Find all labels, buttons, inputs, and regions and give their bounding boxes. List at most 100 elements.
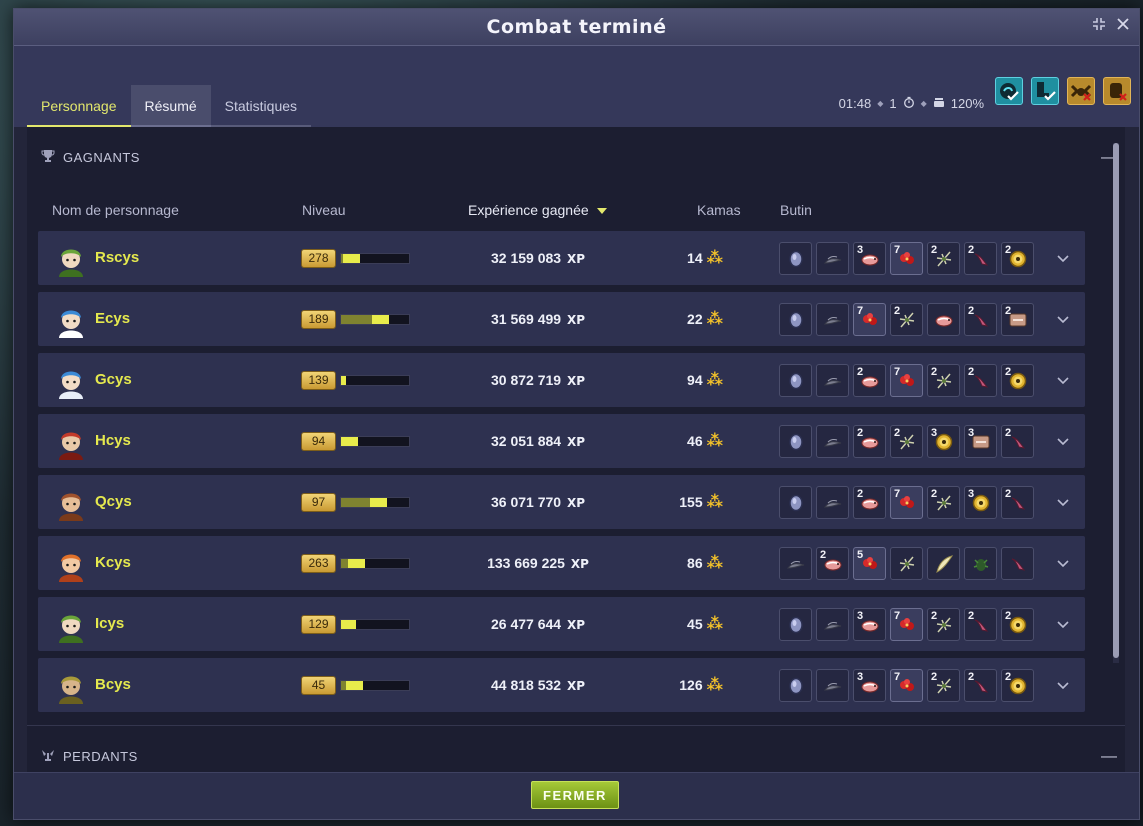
chevron-down-icon[interactable]: [1053, 309, 1073, 329]
xp-value: 36 071 770: [490, 494, 562, 510]
loot-slot[interactable]: [816, 242, 849, 275]
loot-slot[interactable]: 2: [927, 486, 960, 519]
winner-row[interactable]: Gcys 139 30 872 719 XP 94 ⁂ 2 7 2 2 2: [38, 353, 1085, 407]
loot-slot[interactable]: 2: [816, 547, 849, 580]
tab-personnage[interactable]: Personnage: [27, 85, 131, 127]
challenge-failed-icon[interactable]: [1103, 77, 1131, 105]
loot-slot[interactable]: [779, 425, 812, 458]
col-loot[interactable]: Butin: [780, 202, 812, 218]
winner-row[interactable]: Rscys 278 32 159 083 XP 14 ⁂ 3 7 2 2 2: [38, 231, 1085, 285]
scrollbar-thumb[interactable]: [1113, 143, 1119, 658]
kamas-value: 155: [679, 494, 703, 510]
chevron-down-icon[interactable]: [1053, 248, 1073, 268]
loot-slot[interactable]: 7: [890, 608, 923, 641]
loot-slot[interactable]: 7: [890, 242, 923, 275]
loot-slot[interactable]: 7: [890, 669, 923, 702]
chevron-down-icon[interactable]: [1053, 614, 1073, 634]
loot-slot[interactable]: [779, 242, 812, 275]
loot-slot[interactable]: [964, 547, 997, 580]
winner-row[interactable]: Icys 129 26 477 644 XP 45 ⁂ 3 7 2 2 2: [38, 597, 1085, 651]
loot-slot[interactable]: [1001, 547, 1034, 580]
chevron-down-icon[interactable]: [1053, 431, 1073, 451]
col-level[interactable]: Niveau: [302, 202, 346, 218]
loot-slot[interactable]: 2: [1001, 303, 1034, 336]
chevron-down-icon[interactable]: [1053, 553, 1073, 573]
loot-slot[interactable]: [816, 608, 849, 641]
col-name[interactable]: Nom de personnage: [52, 202, 179, 218]
tab-statistiques[interactable]: Statistiques: [210, 85, 312, 127]
loot-slot[interactable]: 2: [927, 364, 960, 397]
col-xp[interactable]: Expérience gagnée: [468, 202, 607, 218]
loot-slot[interactable]: 2: [964, 303, 997, 336]
loot-slot[interactable]: [927, 303, 960, 336]
challenge-success-icon[interactable]: [1031, 77, 1059, 105]
loot-slot[interactable]: 2: [964, 242, 997, 275]
loot-slot[interactable]: 3: [927, 425, 960, 458]
chevron-down-icon[interactable]: [1053, 370, 1073, 390]
winner-row[interactable]: Ecys 189 31 569 499 XP 22 ⁂ 7 2 2 2: [38, 292, 1085, 346]
fight-duration: 01:48: [838, 96, 872, 111]
close-icon[interactable]: [1113, 17, 1133, 37]
losers-section-header[interactable]: PERDANTS: [41, 745, 138, 767]
loot-slot[interactable]: 2: [853, 486, 886, 519]
sort-desc-icon: [596, 208, 607, 215]
winner-row[interactable]: Kcys 263 133 669 225 XP 86 ⁂ 2 5: [38, 536, 1085, 590]
loot-slot[interactable]: 2: [1001, 425, 1034, 458]
loot-slot[interactable]: [816, 425, 849, 458]
character-name: Icys: [95, 615, 125, 632]
loot-slot[interactable]: [779, 303, 812, 336]
loot-slot[interactable]: [816, 669, 849, 702]
chevron-down-icon[interactable]: [1053, 675, 1073, 695]
loot-slot[interactable]: 7: [890, 364, 923, 397]
loot-slot[interactable]: [816, 486, 849, 519]
close-button[interactable]: FERMER: [531, 781, 619, 809]
loot-slot[interactable]: 2: [1001, 242, 1034, 275]
loot-slot[interactable]: 3: [853, 669, 886, 702]
loot-slot[interactable]: 2: [890, 303, 923, 336]
loot-slot[interactable]: 2: [853, 364, 886, 397]
loot-slot[interactable]: 3: [964, 425, 997, 458]
minimize-icon[interactable]: [1089, 17, 1109, 37]
winner-row[interactable]: Bcys 45 44 818 532 XP 126 ⁂ 3 7 2 2 2: [38, 658, 1085, 712]
loot-slot[interactable]: 2: [1001, 364, 1034, 397]
challenge-failed-icon[interactable]: [1067, 77, 1095, 105]
loot-slot[interactable]: 5: [853, 547, 886, 580]
loot-slot[interactable]: 7: [890, 486, 923, 519]
loot-slot[interactable]: 3: [853, 242, 886, 275]
loot-slot[interactable]: 2: [890, 425, 923, 458]
loot-slot[interactable]: 2: [1001, 608, 1034, 641]
loot-slot[interactable]: [890, 547, 923, 580]
collapse-losers-button[interactable]: —: [1101, 749, 1117, 765]
winner-row[interactable]: Hcys 94 32 051 884 XP 46 ⁂ 2 2 3 3 2: [38, 414, 1085, 468]
loot-slot[interactable]: [779, 486, 812, 519]
loot-slot[interactable]: [779, 547, 812, 580]
loot-slot[interactable]: [779, 608, 812, 641]
loot-slot[interactable]: 2: [853, 425, 886, 458]
loot-slot[interactable]: 7: [853, 303, 886, 336]
tab-resume[interactable]: Résumé: [130, 85, 211, 127]
loot-slot[interactable]: [779, 364, 812, 397]
loot-slot[interactable]: [779, 669, 812, 702]
winner-row[interactable]: Qcys 97 36 071 770 XP 155 ⁂ 2 7 2 3 2: [38, 475, 1085, 529]
loot-slot[interactable]: 3: [853, 608, 886, 641]
xp-value: 44 818 532: [490, 677, 562, 693]
col-kamas[interactable]: Kamas: [697, 202, 741, 218]
loot-slot[interactable]: 2: [927, 669, 960, 702]
loot-slot[interactable]: 2: [964, 669, 997, 702]
loot-slot[interactable]: [816, 303, 849, 336]
chevron-down-icon[interactable]: [1053, 492, 1073, 512]
loot-slot[interactable]: 3: [964, 486, 997, 519]
loot-slot[interactable]: 2: [927, 608, 960, 641]
loot-slot[interactable]: 2: [964, 364, 997, 397]
loot-slot[interactable]: [927, 547, 960, 580]
winners-section-header[interactable]: GAGNANTS: [41, 146, 140, 168]
loot-slot[interactable]: 2: [1001, 669, 1034, 702]
loot-quantity: 3: [968, 488, 975, 500]
loot-slot[interactable]: 2: [927, 242, 960, 275]
loot-slot[interactable]: 2: [964, 608, 997, 641]
scrollbar[interactable]: [1113, 143, 1119, 663]
loot-slot[interactable]: [816, 364, 849, 397]
loot-slot[interactable]: 2: [1001, 486, 1034, 519]
xp-gained: 32 159 083 XP: [458, 231, 618, 286]
challenge-success-icon[interactable]: [995, 77, 1023, 105]
